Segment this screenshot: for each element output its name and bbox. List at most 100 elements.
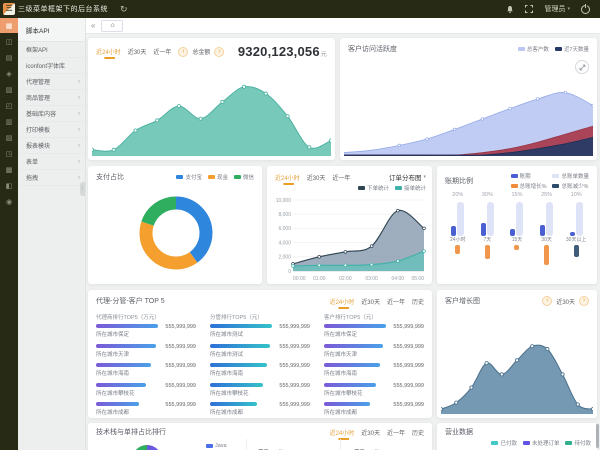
tab-近一年[interactable]: 近一年 xyxy=(387,428,405,437)
form-icon[interactable]: ▩ xyxy=(0,162,18,177)
tab-近24小时[interactable]: 近24小时 xyxy=(330,428,355,437)
ratio-group-30天以上[interactable]: 10%30天以上 xyxy=(561,192,591,282)
tab-近30天[interactable]: 近30天 xyxy=(307,173,326,182)
table-row[interactable]: 555,999,999所在城市成都 xyxy=(96,402,196,421)
top5-value: 555,999,999 xyxy=(393,363,424,369)
sidebar-item-label: 代理管理 xyxy=(26,77,50,86)
legend-item[interactable]: 总账减少% xyxy=(552,182,589,190)
dashboard-icon[interactable]: ▦ xyxy=(0,18,18,33)
sidebar-item-打印模板[interactable]: 打印模板› xyxy=(18,122,85,138)
ratio-group-7天[interactable]: 30%7天 xyxy=(473,192,503,282)
legend-item[interactable]: 总客户数 xyxy=(518,45,549,53)
top5-label: 所在城市天津 xyxy=(324,350,424,358)
report-icon[interactable]: ◳ xyxy=(0,146,18,161)
sidebar-item-框架API[interactable]: 框架API xyxy=(18,42,85,58)
goods-icon[interactable]: ◰ xyxy=(0,98,18,113)
ratio-below-bar xyxy=(455,245,460,254)
scrollbar-thumb[interactable] xyxy=(596,424,599,448)
table-row[interactable]: 555,999,999所在城市攀枝花 xyxy=(96,383,196,402)
metric-next-button[interactable]: › xyxy=(214,47,224,57)
bell-icon[interactable] xyxy=(506,5,514,14)
tab-近一年[interactable]: 近一年 xyxy=(153,47,171,56)
tab-近30天[interactable]: 近30天 xyxy=(361,428,380,437)
payment-donut-chart[interactable] xyxy=(133,190,219,276)
tab-近一年[interactable]: 近一年 xyxy=(332,173,350,182)
layers-icon[interactable]: ▥ xyxy=(0,114,18,129)
zoom-restore-icon[interactable] xyxy=(575,60,589,74)
table-row[interactable]: 555,999,999所在城市海南 xyxy=(96,363,196,382)
sidebar-item-商品管理[interactable]: 商品管理› xyxy=(18,90,85,106)
sidebar-item-表单[interactable]: 表单› xyxy=(18,154,85,170)
monitor-icon[interactable]: ◫ xyxy=(0,34,18,49)
legend-item[interactable]: 账期 xyxy=(511,172,547,180)
sidebar-item-iconfont字体库[interactable]: iconfont字体库 xyxy=(18,58,85,74)
revenue-area-chart[interactable] xyxy=(92,66,331,156)
menu-collapse-handle[interactable]: ⋮ xyxy=(80,182,85,196)
legend-item[interactable]: 总账增长% xyxy=(511,182,547,190)
table-row[interactable]: 555,999,999所在城市海南 xyxy=(210,363,310,382)
chart-icon[interactable]: ▤ xyxy=(0,50,18,65)
table-row[interactable]: 555,999,999所在城市保定 xyxy=(324,324,424,343)
legend-item[interactable]: 未处理订单 xyxy=(523,439,560,447)
table-row[interactable]: 555,999,999所在城市攀枝花 xyxy=(324,383,424,402)
orders-type-select[interactable]: 订单分布图▾ xyxy=(389,172,426,182)
table-row[interactable]: 555,999,999所在城市成都 xyxy=(324,402,424,421)
legend-item[interactable]: 近7天数量 xyxy=(555,45,589,53)
sidebar-collapse-icon[interactable]: « xyxy=(91,22,95,30)
sidebar-item-拖拽[interactable]: 拖拽› xyxy=(18,170,85,186)
tools-icon[interactable]: ▧ xyxy=(0,82,18,97)
fullscreen-icon[interactable] xyxy=(525,5,533,13)
legend-label: 下单统计 xyxy=(367,184,389,192)
orders-line-chart[interactable]: 02,0004,0006,0008,00010,00000:0001:0002:… xyxy=(269,194,430,282)
table-row[interactable]: 555,999,999所在城市天津 xyxy=(96,344,196,363)
table-row[interactable]: 555,999,999所在城市海南 xyxy=(324,363,424,382)
favorite-icon[interactable]: ◧ xyxy=(0,178,18,193)
users-icon[interactable]: ◈ xyxy=(0,66,18,81)
user-menu[interactable]: 管理员 ▾ xyxy=(544,4,570,14)
legend-item[interactable]: 待付款 xyxy=(565,439,591,447)
tab-近24小时[interactable]: 近24小时 xyxy=(330,297,355,306)
tab-历史[interactable]: 历史 xyxy=(412,428,424,437)
table-row[interactable]: 555,999,999所在城市测试 xyxy=(210,344,310,363)
ratio-group-30天[interactable]: 25%30天 xyxy=(532,192,562,282)
growth-next-button[interactable]: › xyxy=(579,296,589,306)
table-row[interactable]: 555,999,999所在城市攀枝花 xyxy=(210,383,310,402)
settings-icon[interactable]: ◉ xyxy=(0,194,18,209)
home-tab[interactable]: ⌂ xyxy=(101,20,123,32)
print-icon[interactable]: ▨ xyxy=(0,130,18,145)
tab-近24小时[interactable]: 近24小时 xyxy=(96,47,121,56)
legend-item[interactable]: 下单统计 xyxy=(358,184,389,192)
metric-prev-button[interactable]: ‹ xyxy=(178,47,188,57)
ratio-group-24小时[interactable]: 20%24小时 xyxy=(443,192,473,282)
tab-近30天[interactable]: 近30天 xyxy=(361,297,380,306)
tab-近一年[interactable]: 近一年 xyxy=(387,297,405,306)
tab-近24小时[interactable]: 近24小时 xyxy=(275,173,300,182)
submenu-arrow-icon: › xyxy=(78,79,80,85)
legend-item[interactable]: 总账单数量 xyxy=(552,172,589,180)
legend-item[interactable]: 微信 xyxy=(234,173,254,181)
table-row[interactable]: 555,999,999所在城市测试 xyxy=(210,324,310,343)
table-row[interactable]: 555,999,999所在城市成都 xyxy=(210,402,310,421)
legend-item[interactable]: 已付款 xyxy=(491,439,517,447)
table-row[interactable]: 555,999,999所在城市保定 xyxy=(96,324,196,343)
tech-donut-chart[interactable] xyxy=(132,445,162,450)
refresh-icon[interactable]: ↻ xyxy=(120,5,128,14)
legend-item[interactable]: Java xyxy=(206,443,227,449)
app-title: 三级菜单框架下的后台系统 xyxy=(18,4,108,14)
activity-area-chart[interactable] xyxy=(344,68,593,156)
tab-近30天[interactable]: 近30天 xyxy=(128,47,147,56)
growth-prev-button[interactable]: ‹ xyxy=(542,296,552,306)
tab-历史[interactable]: 历史 xyxy=(412,297,424,306)
logout-icon[interactable] xyxy=(581,5,590,14)
sidebar-item-报表模块[interactable]: 报表模块› xyxy=(18,138,85,154)
legend-item[interactable]: 现金 xyxy=(208,173,228,181)
sidebar-item-基础库内容[interactable]: 基础库内容› xyxy=(18,106,85,122)
app-logo-icon[interactable]: 三 xyxy=(3,3,15,15)
ratio-bar-chart[interactable]: 20%24小时30%7天15%15天25%30天10%30天以上 xyxy=(443,192,591,282)
table-row[interactable]: 555,999,999所在城市天津 xyxy=(324,344,424,363)
legend-item[interactable]: 支付宝 xyxy=(176,173,202,181)
sidebar-item-代理管理[interactable]: 代理管理 › xyxy=(18,74,85,90)
ratio-group-15天[interactable]: 15%15天 xyxy=(502,192,532,282)
growth-area-chart[interactable] xyxy=(441,314,593,414)
legend-item[interactable]: 接单统计 xyxy=(395,184,426,192)
